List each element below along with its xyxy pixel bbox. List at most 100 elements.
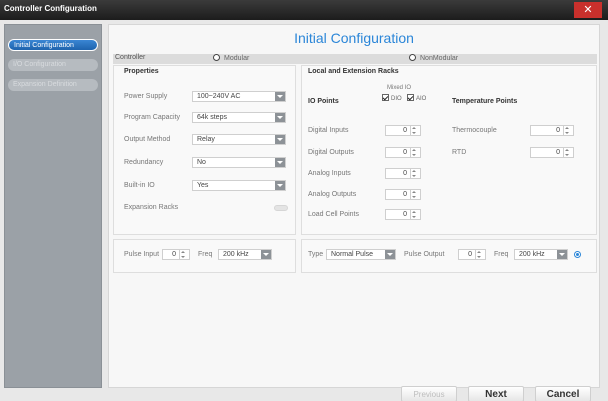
built-in-io-select[interactable]: Yes xyxy=(192,180,286,191)
output-method-label: Output Method xyxy=(124,136,171,143)
properties-title: Properties xyxy=(124,68,159,75)
radio-icon xyxy=(213,54,220,61)
expansion-racks-toggle[interactable] xyxy=(274,205,288,211)
chevron-down-icon xyxy=(557,250,567,259)
spinner-icon[interactable] xyxy=(475,250,484,259)
controller-bar: Controller Modular NonModular xyxy=(113,54,597,64)
page-title: Initial Configuration xyxy=(294,30,414,46)
digital-outputs-stepper[interactable]: 0 xyxy=(385,147,421,158)
type-label: Type xyxy=(308,251,324,258)
redundancy-label: Redundancy xyxy=(124,159,164,166)
analog-outputs-label: Analog Outputs xyxy=(308,191,357,198)
title-bar: Controller Configuration ✕ xyxy=(0,0,608,20)
controller-label: Controller xyxy=(115,54,146,61)
rtd-label: RTD xyxy=(452,149,467,156)
freq2-select[interactable]: 200 kHz xyxy=(514,249,568,260)
sidebar-item-initial-configuration[interactable]: Initial Configuration xyxy=(8,39,98,51)
thermocouple-label: Thermocouple xyxy=(452,127,497,134)
redundancy-select[interactable]: No xyxy=(192,157,286,168)
analog-outputs-value: 0 xyxy=(403,191,407,198)
radio-selected-icon[interactable] xyxy=(574,251,581,258)
thermocouple-stepper[interactable]: 0 xyxy=(530,125,574,136)
pulse-input-label: Pulse Input xyxy=(124,251,160,258)
output-method-select[interactable]: Relay xyxy=(192,134,286,145)
built-in-io-label: Built-in IO xyxy=(124,182,155,189)
close-button[interactable]: ✕ xyxy=(574,2,602,18)
properties-panel: Properties Power Supply 100~240V AC Prog… xyxy=(113,65,296,235)
aio-label: AIO xyxy=(416,96,427,102)
program-capacity-label: Program Capacity xyxy=(124,114,181,121)
digital-outputs-label: Digital Outputs xyxy=(308,149,354,156)
spinner-icon[interactable] xyxy=(179,250,188,259)
pulse-output-label: Pulse Output xyxy=(404,251,445,258)
rtd-stepper[interactable]: 0 xyxy=(530,147,574,158)
racks-panel: Local and Extension Racks Mixed IO IO Po… xyxy=(301,65,597,235)
pulse-input-value: 0 xyxy=(172,251,176,258)
pulse-input-stepper[interactable]: 0 xyxy=(162,249,190,260)
digital-outputs-value: 0 xyxy=(403,149,407,156)
sidebar-item-expansion-definition[interactable]: Expansion Definition xyxy=(8,79,98,91)
close-icon: ✕ xyxy=(583,4,593,16)
pulse-output-stepper[interactable]: 0 xyxy=(458,249,486,260)
cancel-button[interactable]: Cancel xyxy=(535,386,591,401)
sidebar-item-io-configuration[interactable]: I/O Configuration xyxy=(8,59,98,71)
window-title: Controller Configuration xyxy=(4,4,97,13)
analog-inputs-stepper[interactable]: 0 xyxy=(385,168,421,179)
freq2-value: 200 kHz xyxy=(519,251,545,258)
aio-checkbox[interactable]: AIO xyxy=(407,94,426,102)
freq-value: 200 kHz xyxy=(223,251,249,258)
pulse-input-panel: Pulse Input 0 Freq 200 kHz xyxy=(113,239,296,273)
expansion-racks-label: Expansion Racks xyxy=(124,204,179,211)
chevron-down-icon xyxy=(385,250,395,259)
nonmodular-label: NonModular xyxy=(420,55,459,62)
temperature-points-label: Temperature Points xyxy=(452,98,518,105)
freq2-label: Freq xyxy=(494,251,509,258)
checkbox-icon xyxy=(382,94,389,101)
main-panel: Initial Configuration Controller Modular… xyxy=(108,24,600,388)
radio-icon xyxy=(409,54,416,61)
pulse-output-value: 0 xyxy=(468,251,472,258)
sidebar: Initial Configuration I/O Configuration … xyxy=(4,24,102,388)
analog-outputs-stepper[interactable]: 0 xyxy=(385,189,421,200)
spinner-icon[interactable] xyxy=(410,126,419,135)
pulse-type-value: Normal Pulse xyxy=(331,251,374,258)
load-cell-points-stepper[interactable]: 0 xyxy=(385,209,421,220)
power-supply-label: Power Supply xyxy=(124,93,168,100)
built-in-io-value: Yes xyxy=(197,182,209,189)
analog-inputs-label: Analog Inputs xyxy=(308,170,351,177)
pulse-type-select[interactable]: Normal Pulse xyxy=(326,249,396,260)
nonmodular-radio[interactable]: NonModular xyxy=(409,54,458,64)
chevron-down-icon xyxy=(275,92,285,101)
mixed-io-label: Mixed IO xyxy=(387,85,412,91)
load-cell-points-label: Load Cell Points xyxy=(308,211,359,218)
chevron-down-icon xyxy=(275,113,285,122)
program-capacity-value: 64k steps xyxy=(197,114,227,121)
pulse-output-panel: Type Normal Pulse Pulse Output 0 Freq 20… xyxy=(301,239,597,273)
spinner-icon[interactable] xyxy=(563,126,572,135)
previous-button[interactable]: Previous xyxy=(401,386,457,401)
chevron-down-icon xyxy=(275,135,285,144)
chevron-down-icon xyxy=(275,181,285,190)
digital-inputs-label: Digital Inputs xyxy=(308,127,349,134)
power-supply-value: 100~240V AC xyxy=(197,93,241,100)
digital-inputs-stepper[interactable]: 0 xyxy=(385,125,421,136)
spinner-icon[interactable] xyxy=(410,190,419,199)
load-cell-points-value: 0 xyxy=(403,211,407,218)
spinner-icon[interactable] xyxy=(410,148,419,157)
freq-select[interactable]: 200 kHz xyxy=(218,249,272,260)
spinner-icon[interactable] xyxy=(563,148,572,157)
next-button[interactable]: Next xyxy=(468,386,524,401)
power-supply-select[interactable]: 100~240V AC xyxy=(192,91,286,102)
dio-checkbox[interactable]: DIO xyxy=(382,94,402,102)
redundancy-value: No xyxy=(197,159,206,166)
checkbox-icon xyxy=(407,94,414,101)
spinner-icon[interactable] xyxy=(410,169,419,178)
thermocouple-value: 0 xyxy=(556,127,560,134)
program-capacity-select[interactable]: 64k steps xyxy=(192,112,286,123)
modular-radio[interactable]: Modular xyxy=(213,54,249,64)
spinner-icon[interactable] xyxy=(410,210,419,219)
chevron-down-icon xyxy=(261,250,271,259)
racks-title: Local and Extension Racks xyxy=(308,68,399,75)
digital-inputs-value: 0 xyxy=(403,127,407,134)
modular-label: Modular xyxy=(224,55,250,62)
